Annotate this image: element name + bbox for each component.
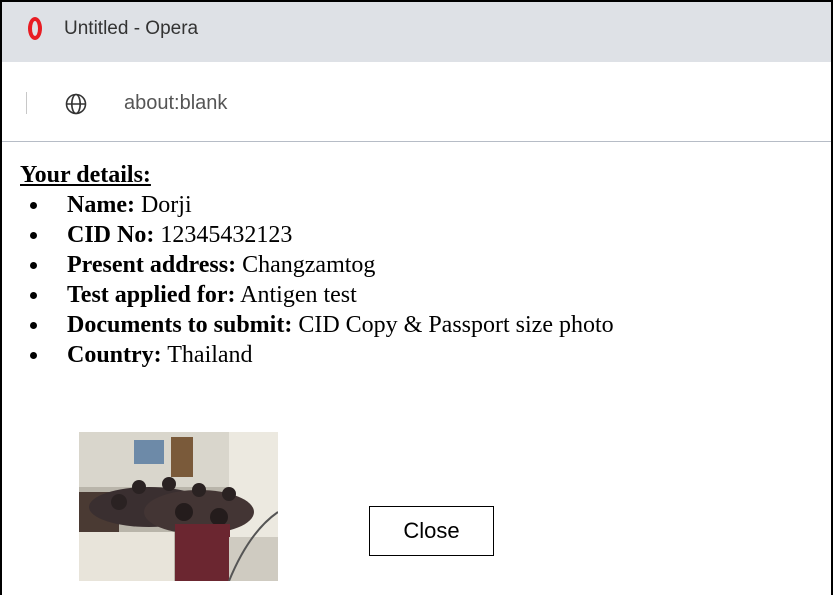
close-button[interactable]: Close bbox=[369, 506, 494, 556]
detail-label: Name: bbox=[67, 192, 135, 218]
detail-test: Test applied for: Antigen test bbox=[20, 280, 614, 310]
photo-illustration bbox=[79, 432, 278, 581]
page-content: Your details: Name: Dorji CID No: 123454… bbox=[20, 160, 614, 370]
detail-label: Present address: bbox=[67, 252, 237, 278]
title-bar: Untitled - Opera bbox=[2, 2, 831, 62]
detail-label: Test applied for: bbox=[67, 282, 236, 308]
details-heading: Your details: bbox=[20, 162, 151, 188]
details-list: Name: Dorji CID No: 12345432123 Present … bbox=[20, 190, 614, 370]
detail-country: Country: Thailand bbox=[20, 340, 614, 370]
detail-address: Present address: Changzamtog bbox=[20, 250, 614, 280]
globe-icon[interactable] bbox=[65, 93, 87, 115]
detail-value: CID Copy & Passport size photo bbox=[298, 312, 614, 338]
detail-value: Antigen test bbox=[240, 282, 357, 308]
detail-documents: Documents to submit: CID Copy & Passport… bbox=[20, 310, 614, 340]
detail-value: Dorji bbox=[140, 192, 192, 218]
address-bar: about:blank bbox=[2, 62, 831, 142]
url-field[interactable]: about:blank bbox=[124, 92, 227, 115]
detail-value: Changzamtog bbox=[242, 252, 376, 278]
opera-logo-icon bbox=[28, 17, 42, 40]
detail-value: 12345432123 bbox=[160, 222, 293, 248]
detail-name: Name: Dorji bbox=[20, 190, 614, 220]
window-title: Untitled - Opera bbox=[64, 18, 199, 39]
detail-cid: CID No: 12345432123 bbox=[20, 220, 614, 250]
detail-label: Country: bbox=[67, 342, 162, 368]
detail-label: Documents to submit: bbox=[67, 312, 293, 338]
toolbar-divider bbox=[26, 92, 27, 114]
detail-label: CID No: bbox=[67, 222, 155, 248]
classroom-photo bbox=[79, 432, 278, 581]
detail-value: Thailand bbox=[167, 342, 253, 368]
